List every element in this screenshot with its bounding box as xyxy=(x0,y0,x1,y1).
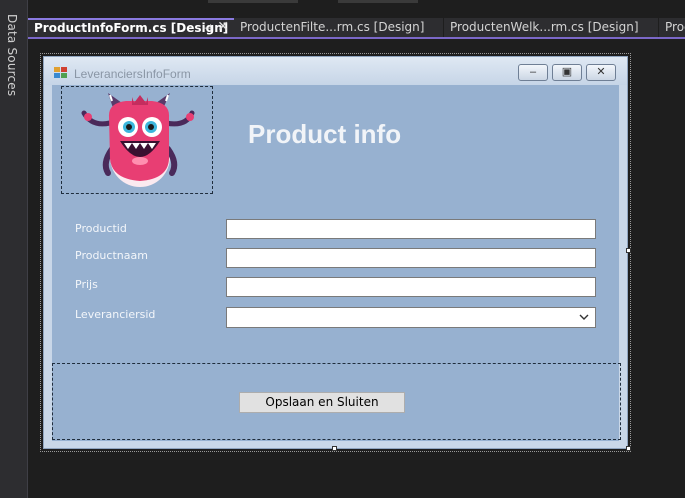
logo-picturebox[interactable] xyxy=(61,86,213,194)
tab-producten-filter-form[interactable]: ProductenFilte...rm.cs [Design] xyxy=(234,18,444,37)
minimize-icon[interactable]: – xyxy=(518,64,548,81)
resize-handle-corner[interactable] xyxy=(626,446,631,451)
tab-label: ProductenFilte...rm.cs [Design] xyxy=(240,20,425,34)
restore-icon[interactable]: ▣ xyxy=(552,64,582,81)
tab-label: ProductenWelk...rm.cs [Design] xyxy=(450,20,639,34)
productnaam-label: Productnaam xyxy=(75,249,148,262)
close-icon[interactable]: ✕ xyxy=(586,64,616,81)
toolbar-edge xyxy=(208,0,298,3)
toolbar-remnant xyxy=(28,0,685,18)
tab-label: Proc xyxy=(665,20,685,34)
close-icon[interactable]: ✕ xyxy=(217,20,229,36)
save-and-close-button[interactable]: Opslaan en Sluiten xyxy=(239,392,405,413)
toolbar-edge xyxy=(338,0,418,3)
form-icon xyxy=(54,67,68,79)
page-title: Product info xyxy=(248,119,402,149)
productid-field[interactable] xyxy=(226,219,596,239)
tab-product-info-form[interactable]: ProductInfoForm.cs [Design] ⊣ ✕ xyxy=(28,18,234,37)
leveranciersid-label: Leveranciersid xyxy=(75,308,156,321)
productnaam-field[interactable] xyxy=(226,248,596,268)
form-window[interactable]: LeveranciersInfoForm – ▣ ✕ Product info … xyxy=(40,53,631,452)
data-sources-tab[interactable]: Data Sources xyxy=(5,14,19,96)
form-titlebar: LeveranciersInfoForm – ▣ ✕ xyxy=(44,57,627,85)
chevron-down-icon[interactable] xyxy=(577,309,591,326)
prijs-field[interactable] xyxy=(226,277,596,297)
resize-handle-bottom[interactable] xyxy=(332,446,337,451)
tab-producten-welkom-form[interactable]: ProductenWelk...rm.cs [Design] xyxy=(444,18,659,37)
leveranciersid-combobox[interactable] xyxy=(226,307,596,328)
button-panel: Opslaan en Sluiten xyxy=(52,363,621,440)
prijs-label: Prijs xyxy=(75,278,98,291)
document-tabbar: ProductInfoForm.cs [Design] ⊣ ✕ Producte… xyxy=(28,18,685,39)
side-tool-strip: Data Sources xyxy=(0,0,28,498)
pin-icon[interactable]: ⊣ xyxy=(202,20,212,37)
tab-label: ProductInfoForm.cs [Design] xyxy=(34,21,229,35)
form-client-area: Product info Productid Productnaam Prijs… xyxy=(52,85,621,441)
tab-overflow[interactable]: Proc xyxy=(659,18,685,37)
productid-label: Productid xyxy=(75,222,127,235)
monster-mascot-image xyxy=(81,93,195,187)
resize-handle-right[interactable] xyxy=(626,248,631,253)
form-title: LeveranciersInfoForm xyxy=(74,67,191,81)
